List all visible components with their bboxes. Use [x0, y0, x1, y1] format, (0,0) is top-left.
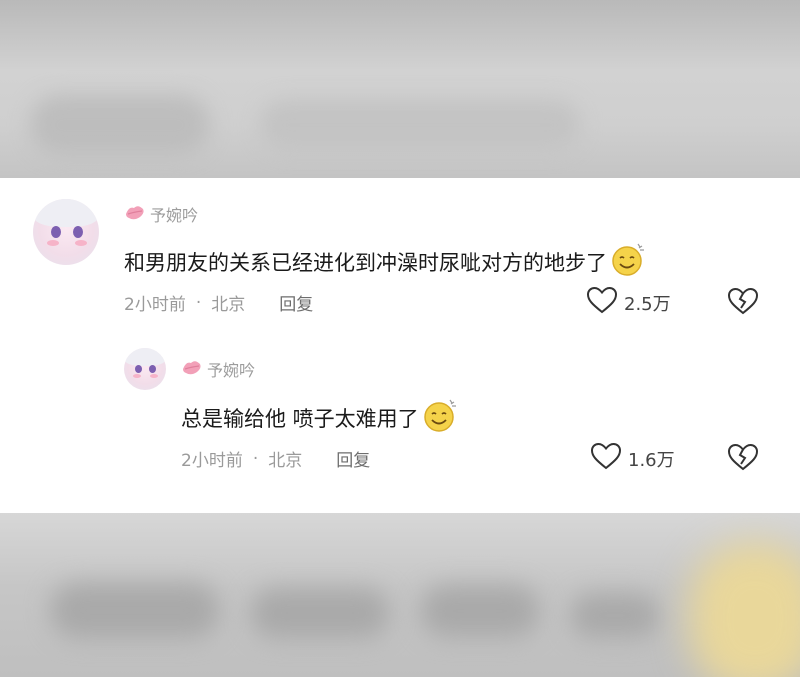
blurred-background-bottom	[0, 513, 800, 677]
dislike-button[interactable]	[727, 287, 759, 319]
lips-icon	[181, 357, 203, 381]
meta-separator: ·	[252, 448, 259, 469]
reply-time: 2小时前	[181, 451, 243, 471]
comment-location: 北京	[211, 295, 246, 315]
reply-body: 总是输给他 喷子太难用了	[181, 406, 419, 431]
like-count: 2.5万	[624, 293, 671, 315]
heart-icon	[590, 442, 622, 475]
comment-username-row[interactable]: 予婉吟	[124, 202, 198, 226]
avatar[interactable]	[33, 199, 99, 265]
comment-time: 2小时前	[124, 295, 186, 315]
reply-button[interactable]: 回复	[336, 446, 370, 471]
like-count: 1.6万	[628, 449, 675, 471]
broken-heart-icon	[727, 443, 759, 475]
smile-emoji-icon	[609, 240, 647, 283]
reply-location: 北京	[268, 451, 303, 471]
comment-username: 予婉吟	[150, 206, 199, 225]
blurred-background-top	[0, 0, 800, 178]
meta-separator: ·	[195, 292, 202, 313]
reply-button[interactable]: 回复	[279, 290, 313, 315]
lips-icon	[124, 202, 146, 226]
reply-avatar[interactable]	[124, 348, 166, 390]
reply-meta: 2小时前 · 北京 回复	[181, 446, 370, 472]
heart-icon	[586, 286, 618, 319]
comment-text: 和男朋友的关系已经进化到冲澡时尿呲对方的地步了	[124, 240, 647, 283]
like-button[interactable]: 2.5万	[586, 286, 671, 319]
like-button[interactable]: 1.6万	[590, 442, 675, 475]
comment-meta: 2小时前 · 北京 回复	[124, 290, 313, 316]
reply-username-row[interactable]: 予婉吟	[181, 357, 255, 381]
comment-card: 予婉吟 和男朋友的关系已经进化到冲澡时尿呲对方的地步了 2小时前 · 北京 回复…	[0, 178, 800, 513]
broken-heart-icon	[727, 287, 759, 319]
dislike-button[interactable]	[727, 443, 759, 475]
smile-emoji-icon	[421, 396, 459, 439]
reply-username: 予婉吟	[207, 361, 256, 380]
reply-text: 总是输给他 喷子太难用了	[181, 396, 459, 439]
comment-body: 和男朋友的关系已经进化到冲澡时尿呲对方的地步了	[124, 250, 607, 275]
